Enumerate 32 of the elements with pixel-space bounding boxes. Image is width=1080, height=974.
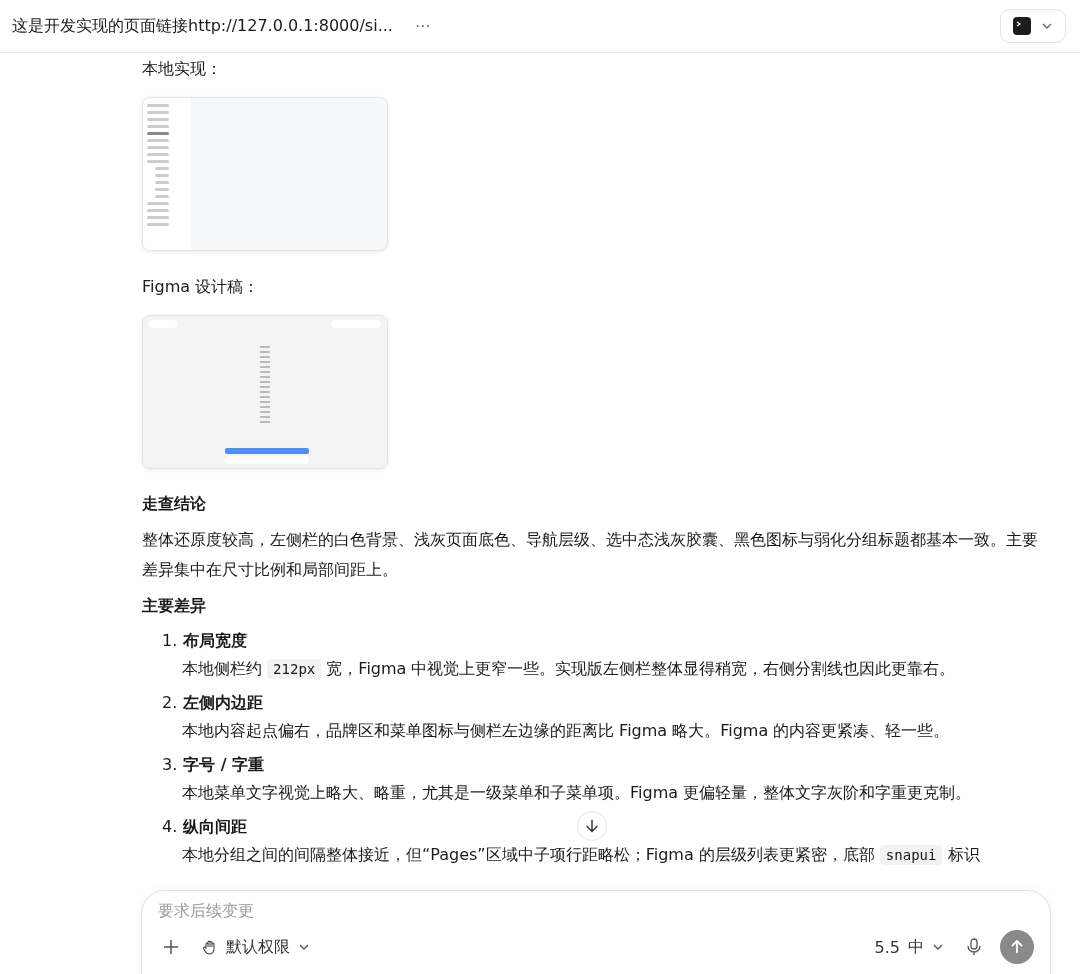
item-title: 左侧内边距 bbox=[183, 692, 264, 714]
model-dropdown[interactable]: 5.5 中 bbox=[870, 934, 948, 960]
list-number: 4. bbox=[162, 816, 178, 838]
list-number: 3. bbox=[162, 754, 178, 776]
list-number: 2. bbox=[162, 692, 178, 714]
item-title: 字号 / 字重 bbox=[183, 754, 265, 776]
screenshot-thumbnail[interactable] bbox=[142, 97, 388, 251]
hand-icon bbox=[202, 939, 218, 955]
message-input-field[interactable]: 要求后续变更 bbox=[158, 899, 558, 922]
terminal-icon bbox=[1013, 17, 1031, 35]
permission-dropdown[interactable]: 默认权限 bbox=[198, 934, 314, 960]
item-description: 本地内容起点偏右，品牌区和菜单图标与侧栏左边缘的距离比 Figma 略大。Figma 的内容更紧凑、轻一些。 bbox=[181, 720, 951, 742]
screenshot-thumbnail[interactable] bbox=[142, 315, 388, 469]
item-description: 本地分组之间的间隔整体接近，但“Pages”区域中子项行距略松；Figma 的层级列表更紧密，底部 snapui 标识 bbox=[181, 844, 981, 867]
item-title: 布局宽度 bbox=[183, 630, 248, 652]
plus-icon bbox=[162, 938, 180, 956]
send-button[interactable] bbox=[1000, 930, 1034, 964]
section-heading: 主要差异 bbox=[142, 595, 207, 617]
microphone-icon bbox=[966, 938, 982, 956]
paragraph: 整体还原度较高，左侧栏的白色背景、浅灰页面底色、导航层级、选中态浅灰胶囊、黑色图标与弱化分组标题都基本一致。主要差异集中在尺寸比例和局部间距上。 bbox=[142, 529, 1039, 581]
list-number: 1. bbox=[162, 630, 178, 652]
image-caption: 本地实现： bbox=[142, 58, 223, 80]
item-description: 本地菜单文字视觉上略大、略重，尤其是一级菜单和子菜单项。Figma 更偏轻量，整体文字灰阶和字重更克制。 bbox=[181, 782, 973, 804]
item-title: 纵向间距 bbox=[183, 816, 248, 838]
image-caption: Figma 设计稿： bbox=[142, 276, 261, 298]
item-description: 本地侧栏约 212px 宽，Figma 中视觉上更窄一些。实现版左侧栏整体显得稍宽，右侧分割线也因此更靠右。 bbox=[181, 658, 957, 681]
arrow-down-icon bbox=[583, 817, 601, 835]
scroll-down-button[interactable] bbox=[577, 811, 607, 841]
section-heading: 走查结论 bbox=[142, 493, 207, 515]
conversation-title: 这是开发实现的页面链接http://127.0.0.1:8000/si... bbox=[12, 15, 393, 37]
more-button[interactable]: ··· bbox=[410, 17, 435, 35]
terminal-toggle-button[interactable] bbox=[1000, 9, 1066, 43]
